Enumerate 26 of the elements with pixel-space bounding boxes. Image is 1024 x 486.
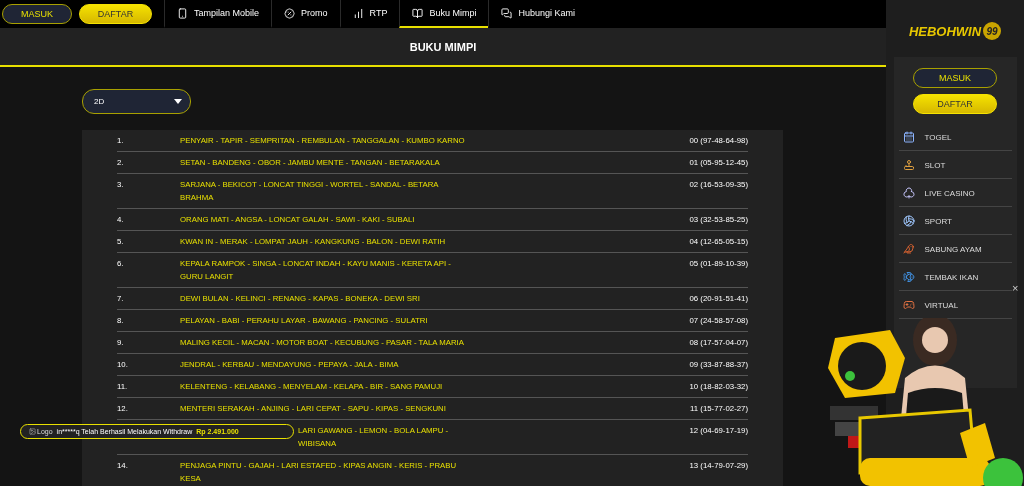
card-club-icon (902, 187, 915, 199)
caret-icon (174, 99, 182, 104)
type-dropdown[interactable]: 2D (82, 89, 191, 114)
sidebar-item[interactable]: TEMBAK IKAN (898, 264, 1012, 291)
sidebar-item[interactable]: SLOT (898, 152, 1012, 179)
login-button[interactable]: MASUK (913, 68, 997, 88)
sidebar-item[interactable]: SABUNG AYAM (898, 236, 1012, 263)
bar-chart-icon (352, 7, 364, 19)
book-icon (412, 7, 424, 19)
sidebar-item[interactable]: LIVE CASINO (898, 180, 1012, 207)
sidebar-item[interactable]: SPORT (898, 208, 1012, 235)
logo-badge: 99 (983, 22, 1002, 40)
calendar-icon (902, 131, 915, 143)
site-logo[interactable]: HEBOHWIN 99 (908, 18, 1002, 44)
gamepad-icon (902, 299, 915, 311)
percent-badge-icon (284, 7, 296, 19)
register-button[interactable]: DAFTAR (913, 94, 997, 114)
close-icon[interactable]: × (1012, 282, 1019, 294)
phone-icon (177, 7, 188, 19)
chat-icon (501, 7, 513, 19)
fish-icon (902, 271, 915, 283)
register-button[interactable]: DAFTAR (79, 4, 152, 24)
sidebar-item[interactable]: TOGEL (898, 124, 1012, 151)
login-button[interactable]: MASUK (2, 4, 72, 24)
ball-icon (902, 215, 915, 227)
page-title: BUKU MIMPI (0, 28, 886, 67)
